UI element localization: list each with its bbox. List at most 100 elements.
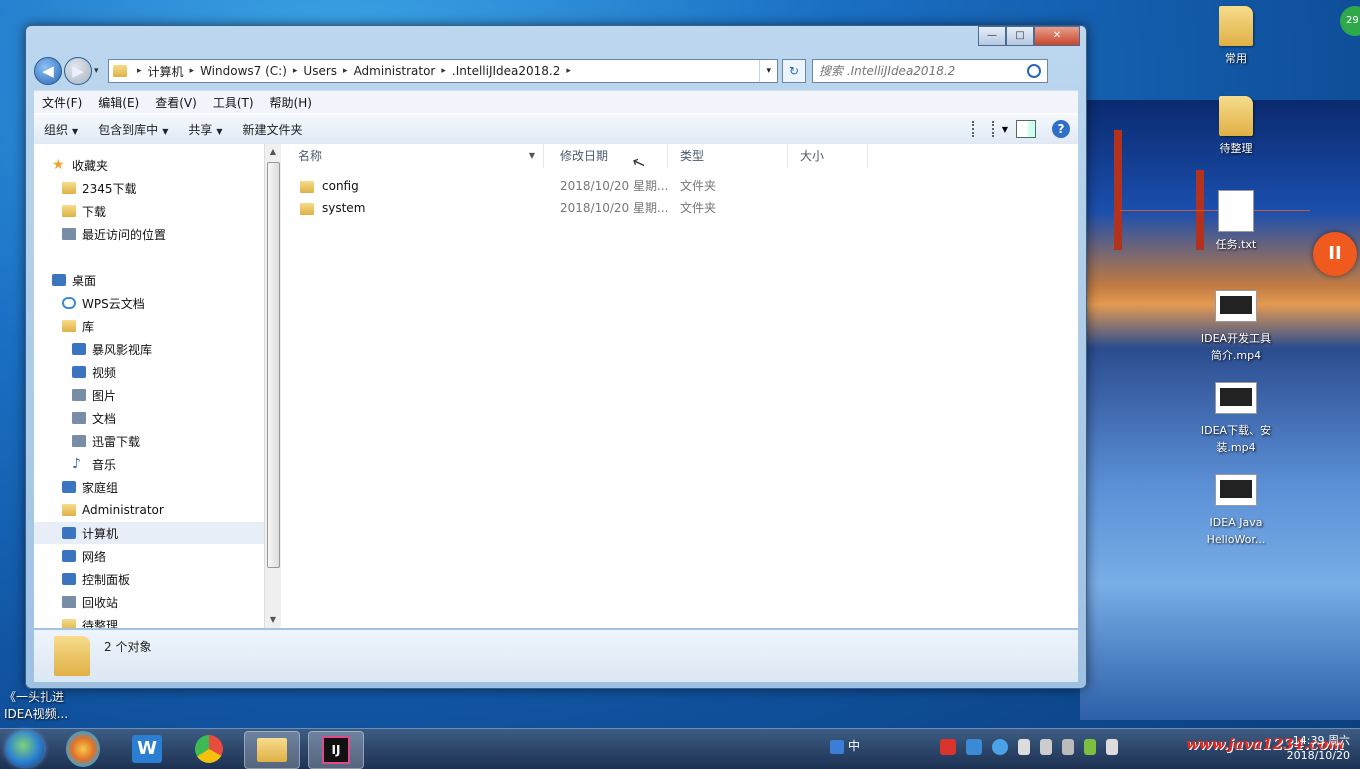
sidebar-item[interactable]: 图片 [34, 384, 280, 406]
sidebar-item[interactable]: 网络 [34, 545, 280, 567]
menu-edit[interactable]: 编辑(E) [90, 94, 147, 111]
search-input[interactable] [813, 63, 1027, 79]
taskbar-app-explorer[interactable] [244, 731, 300, 769]
close-button[interactable]: ✕ [1034, 26, 1080, 46]
search-box[interactable] [812, 59, 1048, 83]
back-button[interactable]: ◀ [34, 57, 62, 85]
file-name-cell[interactable]: system [300, 198, 365, 219]
search-icon[interactable] [1027, 64, 1041, 78]
breadcrumb-separator[interactable]: ▸ [293, 66, 298, 76]
sidebar-item[interactable]: 计算机 [34, 522, 280, 544]
scroll-up-arrow[interactable]: ▲ [265, 144, 281, 160]
desktop-label[interactable]: IDEA视频... [4, 705, 68, 722]
sidebar-item[interactable]: 迅雷下载 [34, 430, 280, 452]
column-header-type[interactable]: 类型 [668, 144, 788, 168]
sidebar-item-label: 下载 [82, 204, 107, 219]
organize-button[interactable]: 组织 ▼ [34, 121, 88, 138]
taskbar-app-wps[interactable]: W [120, 731, 174, 767]
minimize-button[interactable]: — [978, 26, 1006, 46]
sidebar-item[interactable]: 视频 [34, 361, 280, 383]
column-header-date[interactable]: 修改日期 [548, 144, 668, 168]
column-header-name[interactable]: 名称 ▼ [286, 144, 544, 168]
start-button[interactable] [6, 731, 44, 767]
menu-file[interactable]: 文件(F) [34, 94, 90, 111]
preview-pane-icon[interactable] [1016, 120, 1036, 138]
folder-icon [257, 738, 287, 762]
address-bar[interactable]: ▸ 计算机 ▸ Windows7 (C:) ▸ Users ▸ Administ… [108, 59, 778, 83]
tray-display-icon[interactable] [1062, 739, 1074, 755]
tray-security-icon[interactable] [940, 739, 956, 755]
tray-notification-icon[interactable] [1018, 739, 1030, 755]
help-icon[interactable]: ? [1052, 120, 1070, 138]
sidebar-item[interactable]: WPS云文档 [34, 292, 280, 314]
breadcrumb-separator[interactable]: ▸ [566, 66, 571, 76]
nav-pane-scrollbar[interactable]: ▲ ▼ [264, 144, 281, 628]
view-options-icon[interactable] [971, 121, 994, 137]
desktop-label[interactable]: 《一头扎进 [4, 688, 64, 705]
sidebar-item[interactable]: Administrator [34, 499, 280, 521]
folder-icon [300, 180, 314, 193]
sidebar-item[interactable]: 家庭组 [34, 476, 280, 498]
address-dropdown[interactable]: ▾ [759, 60, 777, 82]
recent-pages-dropdown[interactable]: ▾ [94, 66, 104, 76]
menu-tools[interactable]: 工具(T) [205, 94, 262, 111]
tray-nvidia-icon[interactable] [1084, 739, 1096, 755]
breadcrumb-separator[interactable]: ▸ [441, 66, 446, 76]
new-folder-button[interactable]: 新建文件夹 [233, 121, 313, 138]
maximize-button[interactable]: □ [1006, 26, 1034, 46]
sidebar-item[interactable]: 库 [34, 315, 280, 337]
table-row[interactable]: system 2018/10/20 星期... 文件夹 [286, 198, 886, 219]
breadcrumb-drive-c[interactable]: Windows7 (C:) [200, 64, 287, 78]
desktop-icon-video-3[interactable]: IDEA Java HelloWor... [1196, 468, 1276, 548]
tray-network-icon[interactable] [992, 739, 1008, 755]
desktop-icon-video-2[interactable]: IDEA下载、安装.mp4 [1196, 376, 1276, 456]
menu-view[interactable]: 查看(V) [147, 94, 205, 111]
sidebar-item[interactable]: ★ 收藏夹 [34, 154, 280, 176]
desktop-icon-to-organize[interactable]: 待整理 [1196, 96, 1276, 157]
table-row[interactable]: config 2018/10/20 星期... 文件夹 [286, 176, 886, 197]
sidebar-item[interactable]: 暴风影视库 [34, 338, 280, 360]
system-clock[interactable]: 14:39 周六 2018/10/20 [1287, 733, 1350, 763]
corner-badge[interactable]: 29 [1340, 6, 1360, 36]
tray-volume-icon[interactable] [1106, 739, 1118, 755]
sidebar-item[interactable]: 2345下载 [34, 177, 280, 199]
taskbar-app-360[interactable] [66, 731, 100, 767]
sidebar-item[interactable]: 最近访问的位置 [34, 223, 280, 245]
tray-cloud-icon[interactable] [966, 739, 982, 755]
column-header-size[interactable]: 大小 [788, 144, 868, 168]
recording-pause-button[interactable]: II [1313, 232, 1357, 276]
scroll-down-arrow[interactable]: ▼ [265, 612, 281, 628]
desktop-icon-common[interactable]: 常用 [1196, 6, 1276, 67]
menu-help[interactable]: 帮助(H) [262, 94, 320, 111]
sidebar-item[interactable]: 桌面 [34, 269, 280, 291]
refresh-button[interactable]: ↻ [782, 59, 806, 83]
tray-device-icon[interactable] [1040, 739, 1052, 755]
ime-indicator[interactable]: 中 [830, 737, 860, 754]
breadcrumb-separator[interactable]: ▸ [343, 66, 348, 76]
forward-button[interactable]: ▶ [64, 57, 92, 85]
breadcrumb-intellij-idea[interactable]: .IntelliJIdea2018.2 [452, 64, 560, 78]
chevron-down-icon: ▼ [216, 126, 223, 136]
taskbar-app-chrome[interactable] [182, 731, 236, 767]
navigation-pane: ★ 收藏夹 2345下载下载最近访问的位置 桌面 WPS云文档库暴风影视库 视频 图片 文档迅… [34, 144, 280, 628]
sidebar-item[interactable]: 控制面板 [34, 568, 280, 590]
desktop-icon-video-1[interactable]: IDEA开发工具简介.mp4 [1196, 284, 1276, 364]
sidebar-item[interactable]: ♪ 音乐 [34, 453, 280, 475]
scrollbar-thumb[interactable] [267, 162, 280, 568]
breadcrumb-separator[interactable]: ▸ [190, 66, 195, 76]
breadcrumb-users[interactable]: Users [303, 64, 337, 78]
sidebar-item[interactable]: 待整理 [34, 614, 280, 628]
music-icon: ♪ [72, 456, 81, 472]
desktop-icon-task-txt[interactable]: 任务.txt [1196, 190, 1276, 253]
breadcrumb-separator[interactable]: ▸ [137, 66, 142, 76]
taskbar-app-intellij[interactable]: IJ [308, 731, 364, 769]
sidebar-item[interactable]: 下载 [34, 200, 280, 222]
sidebar-item[interactable]: 回收站 [34, 591, 280, 613]
share-button[interactable]: 共享 ▼ [178, 121, 232, 138]
breadcrumb-administrator[interactable]: Administrator [354, 64, 436, 78]
sidebar-item[interactable]: 文档 [34, 407, 280, 429]
chevron-down-icon[interactable]: ▼ [1002, 125, 1008, 134]
file-name-cell[interactable]: config [300, 176, 359, 197]
breadcrumb-computer[interactable]: 计算机 [148, 63, 184, 80]
include-in-library-button[interactable]: 包含到库中 ▼ [88, 121, 178, 138]
